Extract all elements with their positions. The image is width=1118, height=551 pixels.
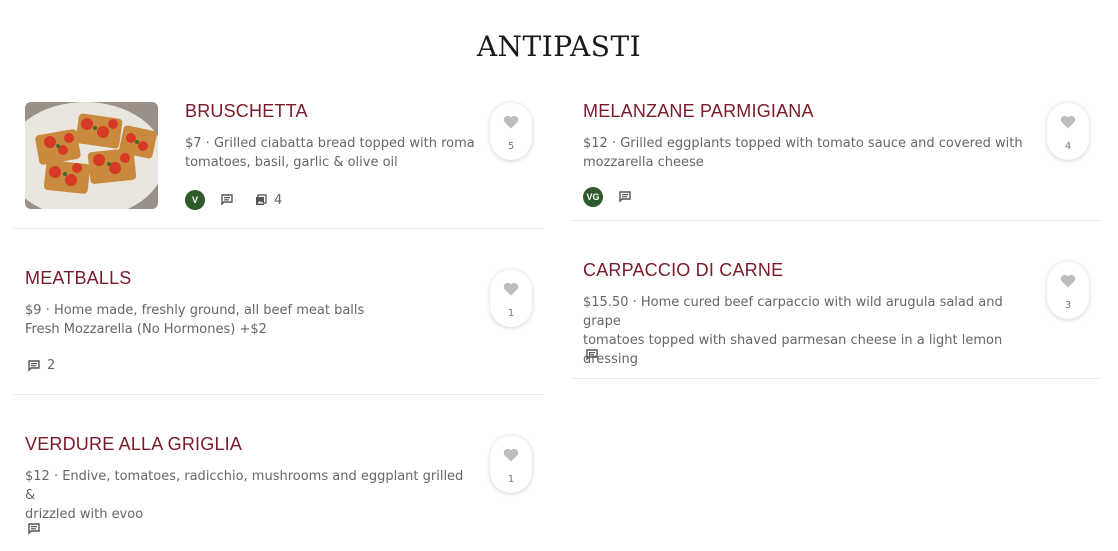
item-description-line: tomatoes, basil, garlic & olive oil <box>185 155 398 170</box>
comment-icon[interactable] <box>28 523 40 535</box>
item-description-line: drizzled with evoo <box>25 507 144 522</box>
heart-icon <box>1060 274 1076 288</box>
item-name: CARPACCIO DI CARNE <box>583 260 784 280</box>
item-meta: V 4 <box>185 190 302 210</box>
section-title: ANTIPASTI <box>476 30 642 63</box>
item-description: $7 · Grilled ciabatta bread topped with … <box>185 134 475 172</box>
like-button[interactable]: 1 <box>490 435 532 493</box>
heart-icon <box>503 448 519 462</box>
item-meta <box>586 349 602 361</box>
item-description-line: $9 · Home made, freshly ground, all beef… <box>25 303 365 318</box>
item-meta: 2 <box>28 358 75 373</box>
item-name: BRUSCHETTA <box>185 101 308 121</box>
like-count: 4 <box>1064 141 1072 152</box>
heart-icon <box>1060 115 1076 129</box>
like-button[interactable]: 1 <box>490 269 532 327</box>
dish-photo[interactable] <box>25 102 158 209</box>
comment-icon[interactable] <box>619 191 631 203</box>
menu-item-bruschetta[interactable]: BRUSCHETTA $7 · Grilled ciabatta bread t… <box>13 88 544 229</box>
item-description: $9 · Home made, freshly ground, all beef… <box>25 301 445 339</box>
menu-item-meatballs[interactable]: MEATBALLS $9 · Home made, freshly ground… <box>13 229 544 395</box>
vegan-badge: VG <box>583 187 603 207</box>
comment-icon[interactable] <box>586 349 598 361</box>
item-description: $12 · Endive, tomatoes, radicchio, mushr… <box>25 467 465 524</box>
like-button[interactable]: 3 <box>1047 261 1089 319</box>
item-name: MEATBALLS <box>25 268 132 288</box>
item-description-line: mozzarella cheese <box>583 155 704 170</box>
item-description-line: Fresh Mozzarella (No Hormones) +$2 <box>25 322 267 337</box>
item-description: $12 · Grilled eggplants topped with toma… <box>583 134 1023 172</box>
like-count: 5 <box>507 141 515 152</box>
comment-count: 2 <box>47 358 56 373</box>
item-meta: VG <box>583 187 635 207</box>
item-name: VERDURE ALLA GRIGLIA <box>25 434 243 454</box>
menu-item-verdure-alla-griglia[interactable]: VERDURE ALLA GRIGLIA $12 · Endive, tomat… <box>13 395 544 551</box>
item-description-line: $7 · Grilled ciabatta bread topped with … <box>185 136 475 151</box>
item-meta <box>28 523 44 535</box>
heart-icon <box>503 115 519 129</box>
photo-count: 4 <box>274 192 283 208</box>
item-description: $15.50 · Home cured beef carpaccio with … <box>583 293 1043 369</box>
photos-icon[interactable] <box>255 194 267 206</box>
comment-icon[interactable] <box>28 359 40 372</box>
item-name: MELANZANE PARMIGIANA <box>583 101 814 121</box>
item-description-line: $15.50 · Home cured beef carpaccio with … <box>583 295 1003 329</box>
item-description-line: $12 · Endive, tomatoes, radicchio, mushr… <box>25 469 464 503</box>
like-count: 3 <box>1064 300 1072 311</box>
like-button[interactable]: 4 <box>1047 102 1089 160</box>
like-count: 1 <box>507 308 515 319</box>
item-description-line: tomatoes topped with shaved parmesan che… <box>583 333 1003 367</box>
comment-icon[interactable] <box>221 194 233 206</box>
like-button[interactable]: 5 <box>490 102 532 160</box>
menu-item-melanzane-parmigiana[interactable]: MELANZANE PARMIGIANA $12 · Grilled eggpl… <box>571 88 1102 221</box>
vegetarian-badge: V <box>185 190 205 210</box>
menu-item-carpaccio-di-carne[interactable]: CARPACCIO DI CARNE $15.50 · Home cured b… <box>571 221 1102 379</box>
item-description-line: $12 · Grilled eggplants topped with toma… <box>583 136 1023 151</box>
like-count: 1 <box>507 474 515 485</box>
heart-icon <box>503 282 519 296</box>
